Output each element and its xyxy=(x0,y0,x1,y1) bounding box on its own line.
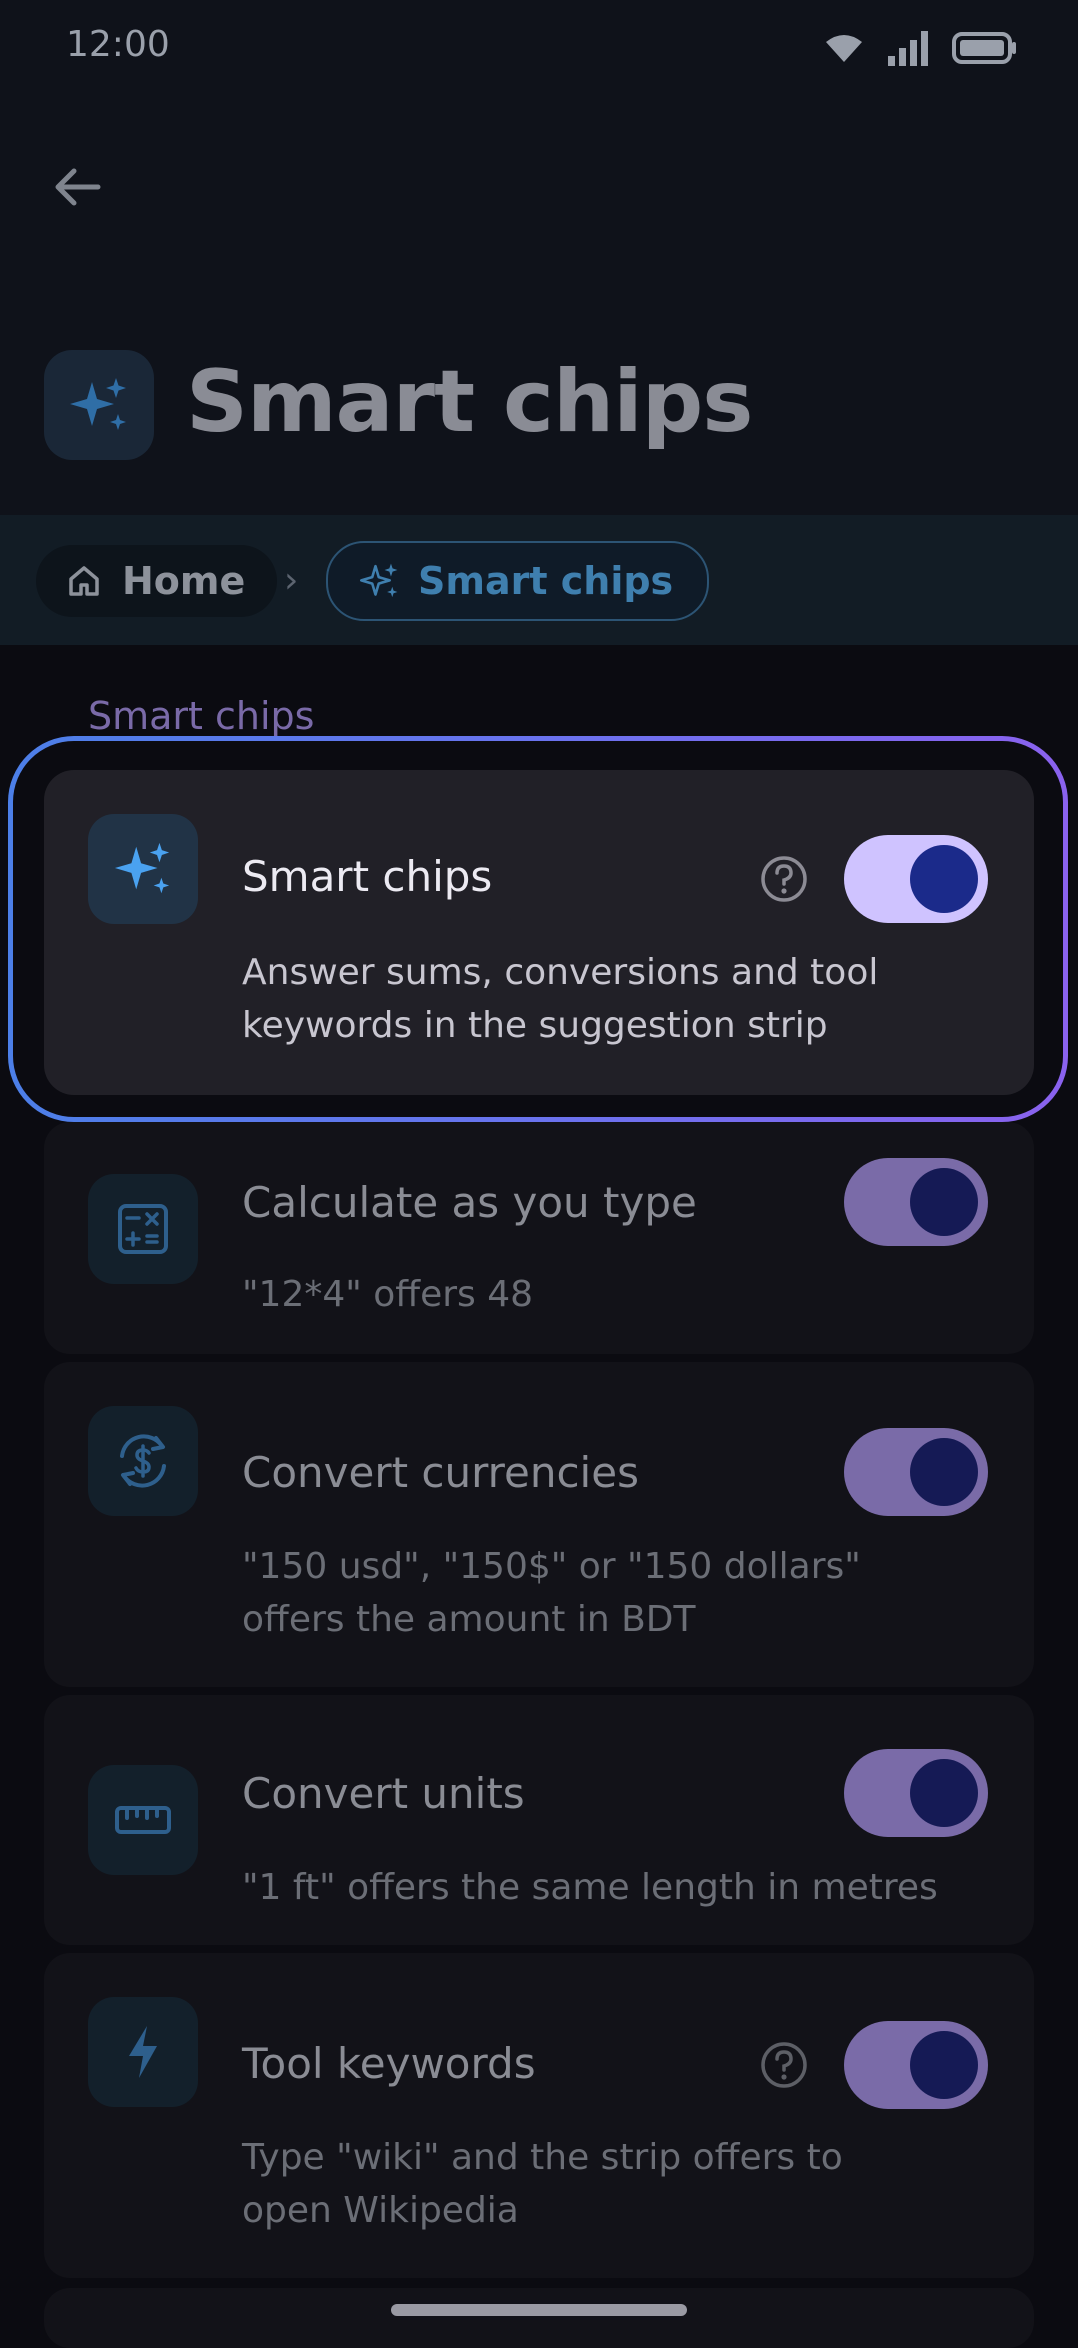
setting-title: Convert units xyxy=(242,1769,525,1818)
signal-icon xyxy=(888,31,928,66)
back-button[interactable] xyxy=(46,155,110,219)
bolt-icon xyxy=(129,2026,157,2078)
setting-icon-tile xyxy=(88,1174,198,1284)
tool-keywords-toggle[interactable] xyxy=(844,2021,988,2109)
ruler-icon xyxy=(115,1806,171,1834)
sparkle-icon xyxy=(114,842,170,894)
sparkle-icon xyxy=(360,563,398,598)
setting-description: Type "wiki" and the strip offers to open… xyxy=(242,2137,843,2231)
battery-icon xyxy=(952,32,1016,64)
wifi-icon xyxy=(826,35,862,62)
setting-card-tool-keywords[interactable]: Tool keywords Type "wiki" and the strip … xyxy=(44,1953,1034,2278)
home-indicator[interactable] xyxy=(391,2304,687,2316)
setting-card-partial[interactable] xyxy=(44,2288,1034,2348)
breadcrumb-home-label: Home xyxy=(122,559,246,603)
toggle-knob xyxy=(910,1168,978,1236)
setting-description: Answer sums, conversions and tool keywor… xyxy=(242,952,879,1046)
setting-card-calculate[interactable]: Calculate as you type "12*4" offers 48 xyxy=(44,1122,1034,1354)
setting-title: Convert currencies xyxy=(242,1448,639,1497)
toggle-knob xyxy=(910,1438,978,1506)
setting-description: "150 usd", "150$" or "150 dollars" offer… xyxy=(242,1546,861,1640)
arrow-left-icon xyxy=(55,168,101,206)
setting-icon-tile xyxy=(88,1765,198,1875)
setting-card-smart-chips[interactable]: Smart chips Answer sums, conversions and… xyxy=(44,770,1034,1095)
help-icon[interactable] xyxy=(760,855,808,903)
breadcrumb-home[interactable]: Home xyxy=(36,545,278,617)
breadcrumb-current-label: Smart chips xyxy=(418,559,674,603)
sparkle-icon xyxy=(70,378,126,430)
smart-chips-toggle[interactable] xyxy=(844,835,988,923)
setting-icon-tile xyxy=(88,814,198,924)
setting-card-currencies[interactable]: Convert currencies "150 usd", "150$" or … xyxy=(44,1362,1034,1687)
calculate-toggle[interactable] xyxy=(844,1158,988,1246)
units-toggle[interactable] xyxy=(844,1749,988,1837)
setting-icon-tile xyxy=(88,1997,198,2107)
help-icon[interactable] xyxy=(760,2041,808,2089)
status-time: 12:00 xyxy=(66,24,170,65)
currency-exchange-icon xyxy=(120,1434,166,1488)
breadcrumb-current[interactable]: Smart chips xyxy=(326,541,710,621)
toggle-knob xyxy=(910,1759,978,1827)
calculator-icon xyxy=(118,1204,168,1254)
setting-title: Smart chips xyxy=(242,852,493,901)
setting-title: Tool keywords xyxy=(242,2039,536,2088)
setting-title: Calculate as you type xyxy=(242,1178,697,1227)
setting-description: "12*4" offers 48 xyxy=(242,1274,534,1315)
toggle-knob xyxy=(910,2031,978,2099)
page-title: Smart chips xyxy=(186,352,753,452)
header-icon-tile xyxy=(44,350,154,460)
home-icon xyxy=(69,566,99,596)
chevron-right-icon: › xyxy=(284,560,299,601)
setting-description: "1 ft" offers the same length in metres xyxy=(242,1867,938,1908)
setting-icon-tile xyxy=(88,1406,198,1516)
setting-card-units[interactable]: Convert units "1 ft" offers the same len… xyxy=(44,1695,1034,1945)
status-bar: 12:00 xyxy=(0,0,1078,96)
currencies-toggle[interactable] xyxy=(844,1428,988,1516)
section-label: Smart chips xyxy=(88,694,315,738)
toggle-knob xyxy=(910,845,978,913)
